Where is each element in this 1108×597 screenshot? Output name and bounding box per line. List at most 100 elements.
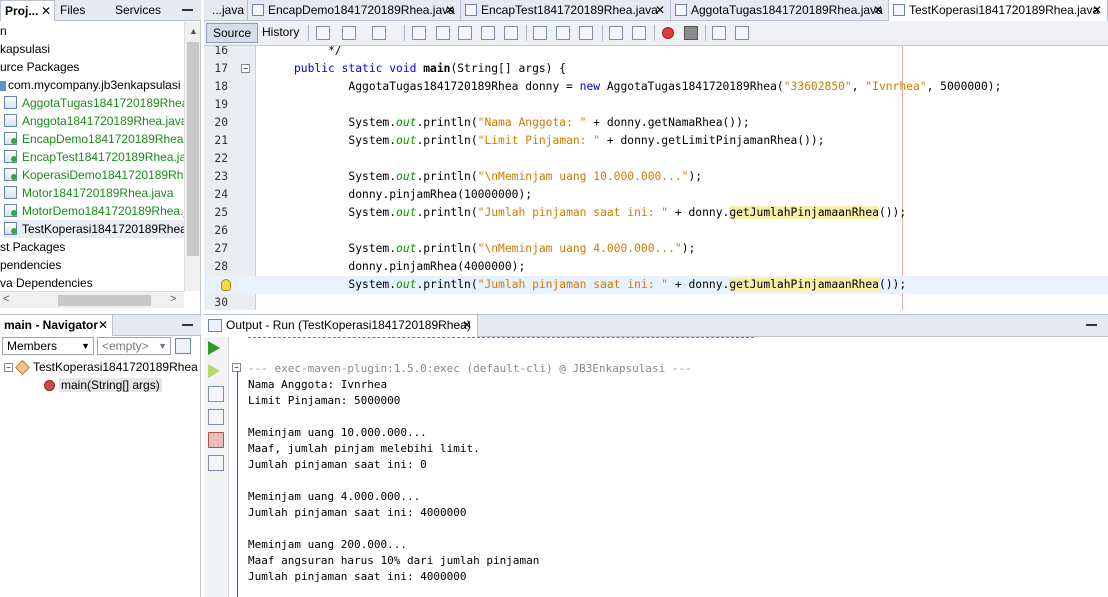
close-icon[interactable]: ✕ <box>462 315 472 336</box>
minimize-icon[interactable] <box>182 9 193 11</box>
project-tree-item-label: KoperasiDemo1841720189Rhea <box>22 168 184 182</box>
close-icon[interactable]: ✕ <box>445 0 455 20</box>
code-line[interactable]: 20 System.out.println("Nama Anggota: " +… <box>204 114 1108 132</box>
project-tree-item[interactable]: EncapTest1841720189Rhea.java <box>4 148 184 166</box>
project-tree: n kapsulasi urce Packages com.mycompany.jb3… <box>0 22 184 291</box>
tab-projects[interactable]: Proj... ✕ <box>0 0 55 21</box>
code-line[interactable]: 17 − public static void main(String[] args… <box>204 60 1108 78</box>
back-icon[interactable] <box>316 26 330 40</box>
code-line[interactable]: 24 donny.pinjamRhea(10000000); <box>204 186 1108 204</box>
navigator-class-node[interactable]: − TestKoperasi1841720189Rhea <box>4 358 198 376</box>
record-macro-icon[interactable] <box>662 27 674 39</box>
project-vertical-scrollbar[interactable]: ▲ <box>184 22 200 291</box>
next-bookmark-icon[interactable] <box>556 26 570 40</box>
rerun-with-options-icon[interactable] <box>208 364 220 378</box>
project-tree-item[interactable]: KoperasiDemo1841720189Rhea <box>4 166 184 184</box>
project-tree-item[interactable]: MotorDemo1841720189Rhea.jav <box>4 202 184 220</box>
code-line[interactable]: 19 <box>204 96 1108 114</box>
editor-tab-encapdemo[interactable]: EncapDemo1841720189Rhea.java ✕ <box>248 0 461 21</box>
project-tree-item[interactable]: TestKoperasi1841720189Rhea.ja <box>4 220 184 238</box>
tab-files[interactable]: Files <box>60 0 110 21</box>
stop-macro-icon[interactable] <box>684 26 698 40</box>
code-line[interactable]: 21 System.out.println("Limit Pinjaman: "… <box>204 132 1108 150</box>
close-icon[interactable]: ✕ <box>41 1 51 21</box>
members-select[interactable]: Members ▼ <box>2 337 94 355</box>
code-line[interactable]: 18 AggotaTugas1841720189Rhea donny = new… <box>204 78 1108 96</box>
editor-tab-encaptest[interactable]: EncapTest1841720189Rhea.java ✕ <box>461 0 671 21</box>
navigator-method-node[interactable]: main(String[] args) <box>44 376 162 394</box>
fold-toggle-icon[interactable]: − <box>241 64 250 73</box>
project-tree-item[interactable]: kapsulasi <box>0 40 50 58</box>
code-line[interactable]: 23 System.out.println("\nMeminjam uang 1… <box>204 168 1108 186</box>
close-icon[interactable]: ✕ <box>873 0 883 20</box>
code-line[interactable]: 28 donny.pinjamRhea(4000000); <box>204 258 1108 276</box>
filter-select[interactable]: <empty> ▼ <box>97 337 171 355</box>
code-editor[interactable]: 16 */ 17 − public static void main(String[]… <box>204 46 1108 310</box>
find-previous-icon[interactable] <box>436 26 450 40</box>
close-icon[interactable]: ✕ <box>655 0 665 20</box>
tab-navigator[interactable]: main - Navigator ✕ <box>0 315 113 336</box>
editor-tab-aggotatugas[interactable]: AggotaTugas1841720189Rhea.java ✕ <box>671 0 889 21</box>
project-tree-item[interactable]: pendencies <box>0 256 61 274</box>
filters-icon[interactable] <box>175 338 191 354</box>
shift-left-icon[interactable] <box>609 26 623 40</box>
minimize-icon[interactable] <box>1086 324 1097 326</box>
search-output-icon[interactable] <box>208 409 224 425</box>
shift-right-icon[interactable] <box>632 26 646 40</box>
source-view-button[interactable]: Source <box>206 23 259 43</box>
tab-output-run[interactable]: Output - Run (TestKoperasi1841720189Rhea… <box>204 315 478 337</box>
scroll-up-icon[interactable]: ▲ <box>189 26 198 36</box>
code-line[interactable]: 22 <box>204 150 1108 168</box>
project-tree-item[interactable]: n <box>0 22 7 40</box>
settings-icon[interactable] <box>208 455 224 471</box>
project-tree-item[interactable]: va Dependencies <box>0 274 93 291</box>
find-icon[interactable] <box>412 26 426 40</box>
project-tree-item[interactable]: AggotaTugas1841720189Rhea.ja <box>4 94 184 112</box>
collapse-icon[interactable]: − <box>4 363 13 373</box>
step-icon[interactable] <box>208 386 224 402</box>
code-line[interactable]: 25 System.out.println("Jumlah pinjaman s… <box>204 204 1108 222</box>
project-tree-item[interactable]: EncapDemo1841720189Rhea.jav <box>4 130 184 148</box>
minimize-icon[interactable] <box>182 324 193 326</box>
output-text[interactable]: --- exec-maven-plugin:1.5.0:exec (defaul… <box>248 337 1108 597</box>
hint-bulb-icon[interactable] <box>221 279 231 291</box>
code-token: "Jumlah pinjaman saat ini: " <box>477 278 669 291</box>
project-tree-item[interactable]: Motor1841720189Rhea.java <box>4 184 173 202</box>
output-line: --- exec-maven-plugin:1.5.0:exec (defaul… <box>248 362 692 375</box>
code-line[interactable]: System.out.println("Jumlah pinjaman saat… <box>204 276 1108 294</box>
code-line[interactable]: 27 System.out.println("\nMeminjam uang 4… <box>204 240 1108 258</box>
stop-icon[interactable] <box>208 432 224 448</box>
project-tree-item[interactable]: st Packages <box>0 238 65 256</box>
toggle-highlight-icon[interactable] <box>481 26 495 40</box>
forward-icon[interactable] <box>372 26 386 40</box>
scrollbar-thumb[interactable] <box>187 42 199 256</box>
toggle-bookmark-icon[interactable] <box>579 26 593 40</box>
editor-tab-testkoperasi[interactable]: TestKoperasi1841720189Rhea.java ✕ <box>889 0 1108 21</box>
scroll-left-icon[interactable]: < <box>3 293 9 305</box>
code-token: out <box>396 116 417 129</box>
code-text: AggotaTugas1841720189Rhea donny = new Ag… <box>294 78 1001 96</box>
code-token: System. <box>294 206 397 219</box>
project-tree-item[interactable]: Anggota1841720189Rhea.java <box>4 112 184 130</box>
code-line[interactable]: 16 */ <box>204 46 1108 60</box>
editor-tab[interactable]: ...java <box>204 0 248 21</box>
uncomment-icon[interactable] <box>735 26 749 40</box>
find-next-icon[interactable] <box>458 26 472 40</box>
rect-selection-icon[interactable] <box>504 26 518 40</box>
close-icon[interactable]: ✕ <box>1092 0 1102 20</box>
code-line[interactable]: 26 <box>204 222 1108 240</box>
code-line[interactable]: 30 <box>204 294 1108 310</box>
navigator-toolbar: Members ▼ <empty> ▼ <box>0 336 201 358</box>
tab-services[interactable]: Services <box>115 0 175 21</box>
project-tree-item[interactable]: urce Packages <box>0 58 79 76</box>
history-view-button[interactable]: History <box>256 23 305 43</box>
rerun-icon[interactable] <box>208 341 220 355</box>
close-icon[interactable]: ✕ <box>98 315 108 336</box>
comment-icon[interactable] <box>712 26 726 40</box>
scroll-right-icon[interactable]: > <box>170 293 176 305</box>
history-dropdown-icon[interactable] <box>342 26 356 40</box>
scrollbar-thumb[interactable] <box>58 295 151 306</box>
project-tree-item[interactable]: com.mycompany.jb3enkapsulasi <box>0 76 181 94</box>
previous-bookmark-icon[interactable] <box>533 26 547 40</box>
project-horizontal-scrollbar[interactable]: < > <box>0 291 184 308</box>
